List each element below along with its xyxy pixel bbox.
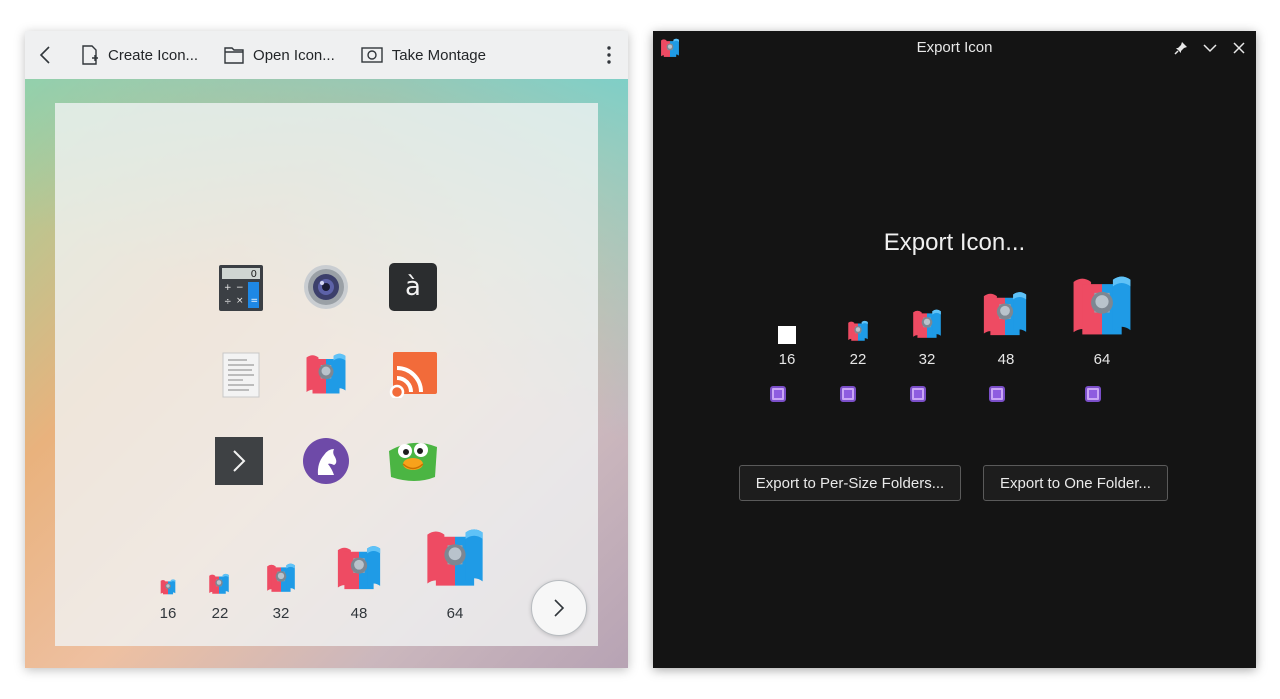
screenshot-icon bbox=[361, 47, 383, 63]
svg-text:−: − bbox=[236, 283, 244, 293]
minimize-icon bbox=[1203, 44, 1217, 53]
open-icon-label: Open Icon... bbox=[253, 46, 335, 64]
open-icon-button[interactable]: Open Icon... bbox=[224, 31, 335, 79]
take-montage-button[interactable]: Take Montage bbox=[361, 31, 486, 79]
export-heading: Export Icon... bbox=[883, 229, 1026, 256]
size-label-64: 64 bbox=[446, 605, 464, 622]
export-size-32: 32 bbox=[918, 351, 936, 368]
svg-text:÷: ÷ bbox=[224, 297, 232, 307]
window-title: Export Icon bbox=[916, 39, 993, 56]
next-page-button[interactable] bbox=[531, 580, 587, 636]
checkbox-48[interactable] bbox=[989, 386, 1005, 402]
chevron-left-icon bbox=[39, 46, 50, 64]
export-size-64: 64 bbox=[1093, 351, 1111, 368]
kebab-menu-icon bbox=[607, 46, 611, 64]
size-label-16: 16 bbox=[159, 605, 177, 622]
scroll-icon bbox=[302, 350, 350, 398]
export-size-48: 48 bbox=[997, 351, 1015, 368]
scroll-icon-22 bbox=[207, 572, 231, 596]
icon-preview-panel: 0 + − ÷ × = à 16 22 32 48 64 bbox=[55, 103, 598, 646]
checkbox-32[interactable] bbox=[910, 386, 926, 402]
blank-icon-16 bbox=[778, 326, 796, 344]
terminal-icon bbox=[215, 437, 263, 485]
export-per-size-button[interactable]: Export to Per-Size Folders... bbox=[739, 465, 961, 501]
pin-button[interactable] bbox=[1173, 40, 1189, 56]
minimize-button[interactable] bbox=[1202, 40, 1218, 56]
scroll-icon-64 bbox=[1067, 271, 1137, 341]
more-menu-button[interactable] bbox=[604, 43, 614, 67]
size-label-22: 22 bbox=[211, 605, 229, 622]
new-document-icon bbox=[82, 45, 98, 65]
rss-feed-icon bbox=[389, 352, 437, 398]
svg-text:×: × bbox=[236, 296, 244, 306]
wallpaper: 0 + − ÷ × = à 16 22 32 48 64 bbox=[25, 79, 628, 668]
checkbox-64[interactable] bbox=[1085, 386, 1101, 402]
export-one-folder-button[interactable]: Export to One Folder... bbox=[983, 465, 1168, 501]
close-icon bbox=[1233, 42, 1245, 54]
create-icon-button[interactable]: Create Icon... bbox=[81, 31, 198, 79]
close-button[interactable] bbox=[1231, 40, 1247, 56]
accent-character-icon: à bbox=[389, 263, 437, 311]
export-size-22: 22 bbox=[849, 351, 867, 368]
scroll-icon-64 bbox=[421, 524, 489, 592]
scroll-icon-32 bbox=[264, 561, 298, 595]
calculator-icon: 0 + − ÷ × = bbox=[219, 265, 263, 311]
size-label-48: 48 bbox=[350, 605, 368, 622]
scroll-icon-32 bbox=[910, 307, 944, 341]
calculator-display: 0 bbox=[251, 269, 257, 280]
back-button[interactable] bbox=[25, 31, 65, 79]
text-document-icon bbox=[222, 352, 260, 398]
webcam-icon bbox=[304, 265, 348, 309]
export-size-16: 16 bbox=[778, 351, 796, 368]
pin-icon bbox=[1174, 42, 1187, 55]
export-icon-window: Export Icon Export Icon... 16 22 32 48 6… bbox=[653, 31, 1256, 668]
svg-text:+: + bbox=[224, 283, 232, 293]
take-montage-label: Take Montage bbox=[391, 46, 486, 64]
scroll-icon-48 bbox=[979, 288, 1031, 340]
bird-icon bbox=[389, 442, 437, 481]
chevron-right-icon bbox=[554, 599, 565, 617]
scroll-icon-16 bbox=[159, 578, 177, 596]
scroll-icon-48 bbox=[333, 542, 385, 594]
svg-text:=: = bbox=[251, 296, 259, 306]
checkbox-16[interactable] bbox=[770, 386, 786, 402]
toolbar: Create Icon... Open Icon... Take Montage bbox=[25, 31, 628, 79]
icon-gallery-window: Create Icon... Open Icon... Take Montage… bbox=[25, 31, 628, 668]
size-label-32: 32 bbox=[272, 605, 290, 622]
scroll-icon-22 bbox=[846, 319, 870, 343]
folder-icon bbox=[224, 47, 244, 64]
create-icon-label: Create Icon... bbox=[108, 46, 199, 64]
checkbox-22[interactable] bbox=[840, 386, 856, 402]
horse-knight-icon bbox=[303, 438, 349, 484]
titlebar: Export Icon bbox=[653, 31, 1256, 65]
chevron-right-icon bbox=[233, 450, 246, 472]
